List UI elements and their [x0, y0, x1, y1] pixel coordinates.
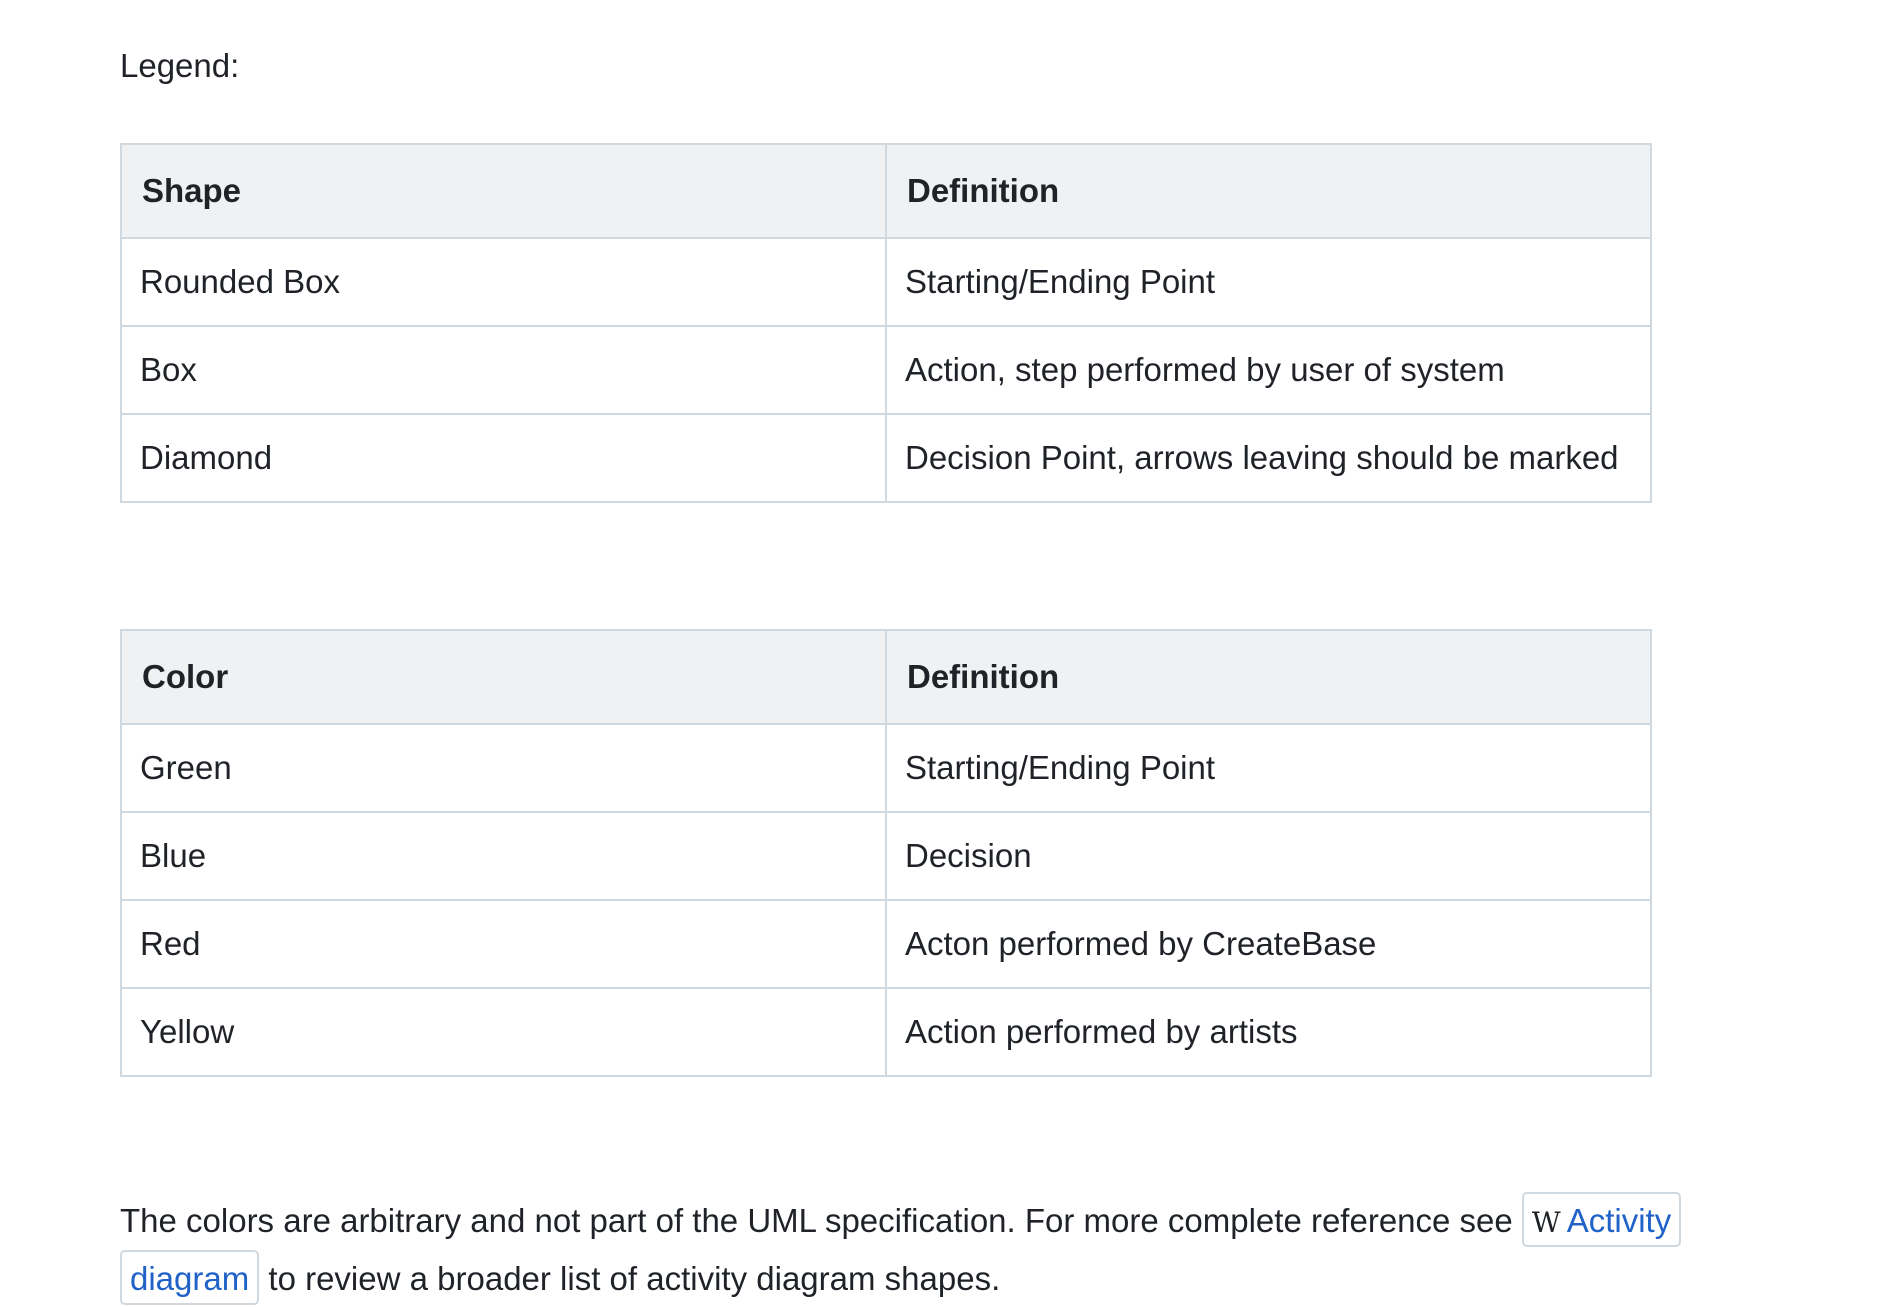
definition-cell: Starting/Ending Point [885, 723, 1652, 813]
table-header-row: Color Definition [120, 629, 1652, 725]
note-text-after: to review a broader list of activity dia… [259, 1260, 1001, 1297]
definition-cell: Action performed by artists [885, 987, 1652, 1077]
reference-note: The colors are arbitrary and not part of… [120, 1192, 1682, 1307]
table-row: Rounded Box Starting/Ending Point [120, 237, 1652, 327]
note-text-before: The colors are arbitrary and not part of… [120, 1202, 1522, 1239]
shape-cell: Rounded Box [120, 237, 887, 327]
color-cell: Green [120, 723, 887, 813]
definition-cell: Decision Point, arrows leaving should be… [885, 413, 1652, 503]
color-legend-table: Color Definition Green Starting/Ending P… [120, 629, 1652, 1077]
legend-label: Legend: [120, 47, 240, 84]
column-header-definition: Definition [885, 143, 1652, 239]
table-row: Diamond Decision Point, arrows leaving s… [120, 413, 1652, 503]
table-row: Blue Decision [120, 811, 1652, 901]
shape-cell: Diamond [120, 413, 887, 503]
wikipedia-icon: W [1531, 1206, 1561, 1239]
shape-cell: Box [120, 325, 887, 415]
table-row: Box Action, step performed by user of sy… [120, 325, 1652, 415]
definition-cell: Action, step performed by user of system [885, 325, 1652, 415]
column-header-definition: Definition [885, 629, 1652, 725]
table-row: Red Acton performed by CreateBase [120, 899, 1652, 989]
table-row: Yellow Action performed by artists [120, 987, 1652, 1077]
shape-legend-table: Shape Definition Rounded Box Starting/En… [120, 143, 1652, 503]
color-cell: Yellow [120, 987, 887, 1077]
definition-cell: Starting/Ending Point [885, 237, 1652, 327]
definition-cell: Decision [885, 811, 1652, 901]
definition-cell: Acton performed by CreateBase [885, 899, 1652, 989]
table-row: Green Starting/Ending Point [120, 723, 1652, 813]
column-header-color: Color [120, 629, 887, 725]
color-cell: Red [120, 899, 887, 989]
column-header-shape: Shape [120, 143, 887, 239]
color-cell: Blue [120, 811, 887, 901]
table-header-row: Shape Definition [120, 143, 1652, 239]
